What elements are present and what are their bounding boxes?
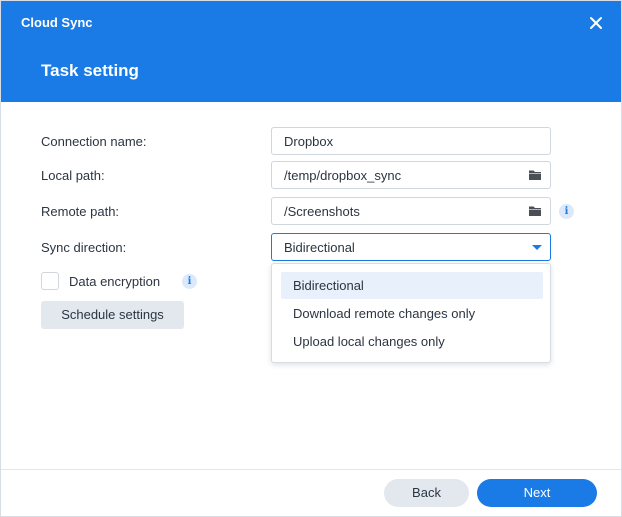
close-icon[interactable]: [587, 14, 605, 32]
sync-direction-value: Bidirectional: [284, 240, 355, 255]
back-button[interactable]: Back: [384, 479, 469, 507]
sync-direction-select[interactable]: Bidirectional: [271, 233, 551, 261]
remote-path-field[interactable]: /Screenshots: [271, 197, 551, 225]
data-encryption-label: Data encryption: [69, 274, 161, 289]
remote-path-label: Remote path:: [41, 204, 120, 219]
dropdown-option-bidirectional[interactable]: Bidirectional: [281, 272, 543, 299]
sync-direction-dropdown: Bidirectional Download remote changes on…: [271, 263, 551, 363]
folder-icon[interactable]: [528, 204, 542, 218]
local-path-value: /temp/dropbox_sync: [284, 168, 402, 183]
sync-direction-label: Sync direction:: [41, 240, 127, 255]
local-path-label: Local path:: [41, 168, 105, 183]
dropdown-option-upload-only[interactable]: Upload local changes only: [281, 328, 543, 355]
connection-name-label: Connection name:: [41, 134, 147, 149]
app-title: Cloud Sync: [21, 15, 93, 30]
info-icon[interactable]: i: [559, 204, 574, 219]
page-title: Task setting: [41, 61, 139, 80]
chevron-down-icon[interactable]: [532, 245, 542, 250]
folder-icon[interactable]: [528, 168, 542, 182]
info-icon[interactable]: i: [182, 274, 197, 289]
dialog-header: Cloud Sync Task setting: [1, 1, 621, 102]
connection-name-value: Dropbox: [284, 134, 334, 149]
dropdown-option-download-only[interactable]: Download remote changes only: [281, 300, 543, 327]
schedule-settings-button[interactable]: Schedule settings: [41, 301, 184, 329]
local-path-field[interactable]: /temp/dropbox_sync: [271, 161, 551, 189]
connection-name-field[interactable]: Dropbox: [271, 127, 551, 155]
cloud-sync-dialog: Cloud Sync Task setting Connection name:…: [0, 0, 622, 517]
next-button[interactable]: Next: [477, 479, 597, 507]
data-encryption-checkbox[interactable]: [41, 272, 59, 290]
remote-path-value: /Screenshots: [284, 204, 360, 219]
